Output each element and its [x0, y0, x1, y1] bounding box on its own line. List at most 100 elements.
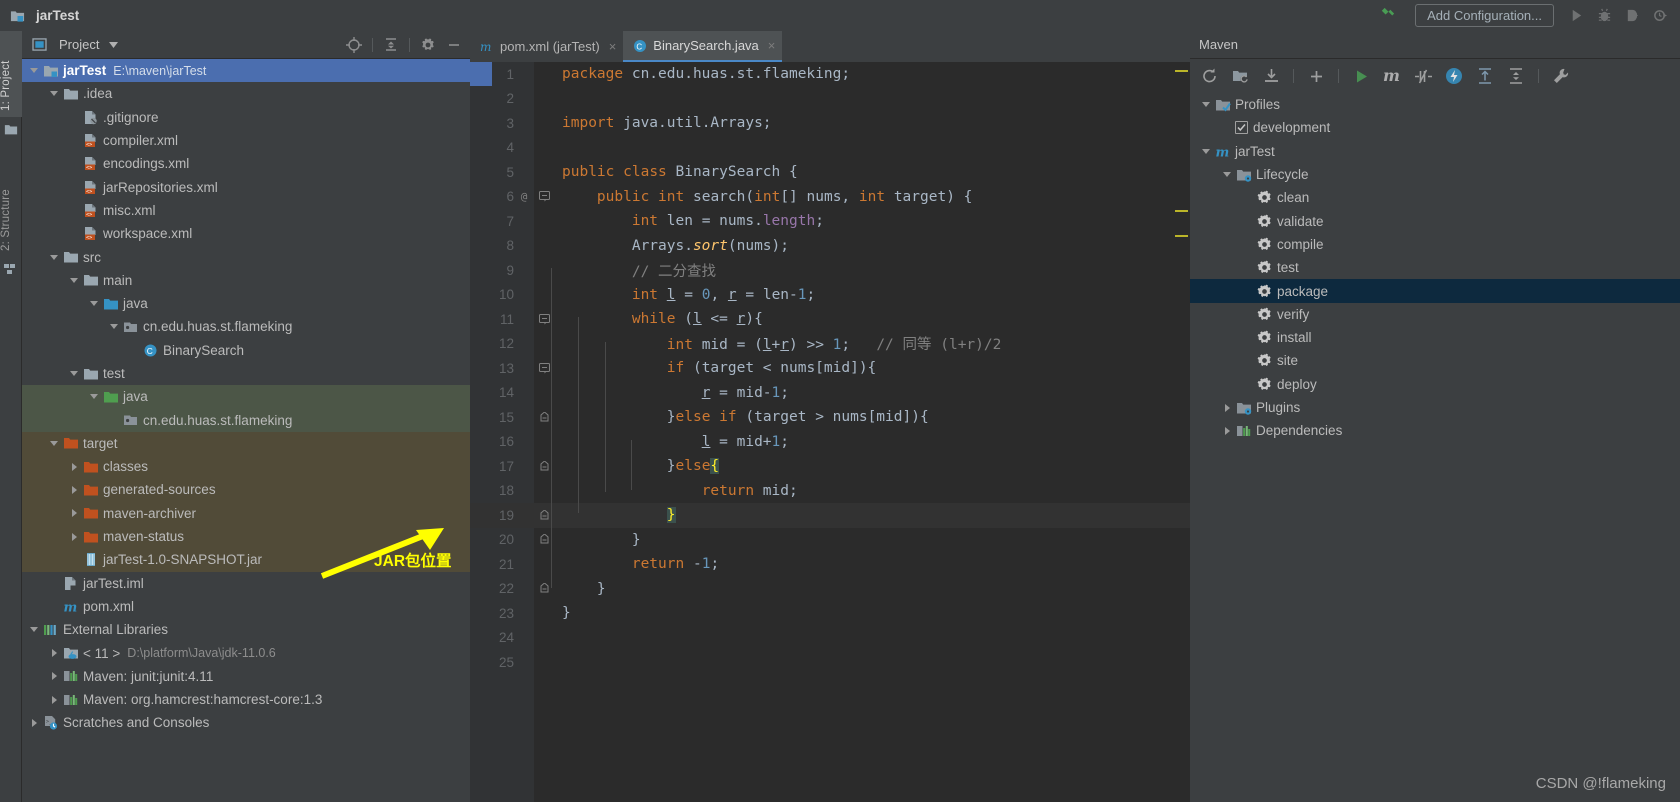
- code-line[interactable]: 22 }: [470, 577, 1190, 602]
- code-line[interactable]: 20 }: [470, 528, 1190, 553]
- maven-tree-row[interactable]: package: [1190, 279, 1680, 303]
- skip-tests-icon[interactable]: [1410, 63, 1436, 89]
- maven-tree-row[interactable]: clean: [1190, 186, 1680, 209]
- tree-row[interactable]: cn.edu.huas.st.flameking: [22, 408, 470, 432]
- tree-row[interactable]: External Libraries: [22, 618, 470, 641]
- close-icon[interactable]: ×: [768, 38, 776, 53]
- tree-row[interactable]: <> encodings.xml: [22, 152, 470, 175]
- tree-row[interactable]: target: [22, 431, 470, 456]
- maven-tree-row[interactable]: site: [1190, 349, 1680, 372]
- code-line[interactable]: 10 int l = 0, r = len-1;: [470, 283, 1190, 308]
- chevron-right-icon[interactable]: [66, 505, 82, 521]
- code-line[interactable]: 3 import java.util.Arrays;: [470, 111, 1190, 136]
- editor-tab-binarysearch[interactable]: C BinarySearch.java ×: [623, 31, 783, 62]
- maven-tree-row[interactable]: compile: [1190, 233, 1680, 256]
- code-line[interactable]: 4: [470, 136, 1190, 161]
- editor-tab-pom[interactable]: m pom.xml (jarTest) ×: [470, 31, 623, 62]
- chevron-down-icon[interactable]: [46, 435, 62, 451]
- run-icon[interactable]: [1562, 3, 1590, 29]
- code-line[interactable]: 5 public class BinarySearch {: [470, 160, 1190, 185]
- chevron-down-icon[interactable]: [86, 296, 102, 312]
- maven-tree-row[interactable]: install: [1190, 326, 1680, 349]
- locate-icon[interactable]: [342, 34, 366, 56]
- chevron-right-icon[interactable]: [1219, 400, 1235, 416]
- tree-row[interactable]: <> jarRepositories.xml: [22, 175, 470, 198]
- maven-tree-row[interactable]: Profiles: [1190, 93, 1680, 116]
- fold-marker[interactable]: [534, 191, 554, 202]
- tree-row[interactable]: >_ Scratches and Consoles: [22, 711, 470, 734]
- add-configuration-button[interactable]: Add Configuration...: [1415, 4, 1554, 27]
- close-icon[interactable]: ×: [609, 39, 617, 54]
- tree-row[interactable]: main: [22, 269, 470, 292]
- chevron-down-icon[interactable]: [105, 37, 122, 53]
- hammer-icon[interactable]: [1373, 3, 1401, 29]
- maven-tree-row[interactable]: test: [1190, 256, 1680, 279]
- tree-row[interactable]: Maven: junit:junit:4.11: [22, 665, 470, 688]
- code-line[interactable]: 21 return -1;: [470, 552, 1190, 577]
- profile-icon[interactable]: [1646, 3, 1674, 29]
- chevron-right-icon[interactable]: [46, 668, 62, 684]
- chevron-down-icon[interactable]: [1198, 97, 1214, 113]
- code-line[interactable]: 8 Arrays.sort(nums);: [470, 234, 1190, 259]
- gutter-marker[interactable]: @: [514, 190, 534, 203]
- tree-row[interactable]: java: [22, 292, 470, 315]
- add-icon[interactable]: [1303, 63, 1329, 89]
- download-sources-icon[interactable]: [1258, 63, 1284, 89]
- tree-row[interactable]: .gitignore: [22, 106, 470, 129]
- project-tree[interactable]: jarTest E:\maven\jarTest .idea .gitignore <>…: [22, 59, 470, 802]
- hide-panel-icon[interactable]: [442, 34, 466, 56]
- code-canvas[interactable]: 1 package cn.edu.huas.st.flameking; 2 3 impo…: [470, 62, 1190, 802]
- code-line[interactable]: 23}: [470, 601, 1190, 626]
- tree-row[interactable]: generated-sources: [22, 478, 470, 502]
- maven-tree[interactable]: Profiles development m jarTest Lifecycle clea…: [1190, 93, 1680, 802]
- code-line[interactable]: 7 int len = nums.length;: [470, 209, 1190, 234]
- coverage-icon[interactable]: [1618, 3, 1646, 29]
- tree-row[interactable]: classes: [22, 455, 470, 479]
- chevron-right-icon[interactable]: [46, 645, 62, 661]
- run-icon[interactable]: [1348, 63, 1374, 89]
- tree-row[interactable]: maven-archiver: [22, 501, 470, 525]
- tree-row[interactable]: <> misc.xml: [22, 199, 470, 222]
- tree-row[interactable]: C BinarySearch: [22, 339, 470, 362]
- chevron-down-icon[interactable]: [1219, 167, 1235, 183]
- chevron-down-icon[interactable]: [106, 319, 122, 335]
- maven-tree-row[interactable]: validate: [1190, 209, 1680, 232]
- code-line[interactable]: 25: [470, 650, 1190, 675]
- tree-row[interactable]: jarTest E:\maven\jarTest: [22, 59, 470, 83]
- maven-m-icon[interactable]: m: [1379, 63, 1405, 89]
- tree-row[interactable]: maven-status: [22, 524, 470, 549]
- maven-tree-row[interactable]: m jarTest: [1190, 140, 1680, 163]
- tree-row[interactable]: test: [22, 362, 470, 385]
- code-line[interactable]: 1 package cn.edu.huas.st.flameking;: [470, 62, 1190, 87]
- execute-goal-icon[interactable]: [1441, 63, 1467, 89]
- tree-row[interactable]: m pom.xml: [22, 595, 470, 618]
- code-line[interactable]: 2: [470, 87, 1190, 112]
- collapse-all-icon[interactable]: [379, 34, 403, 56]
- settings-wrench-icon[interactable]: [1548, 63, 1574, 89]
- chevron-right-icon[interactable]: [66, 459, 82, 475]
- maven-tree-row[interactable]: Plugins: [1190, 396, 1680, 419]
- collapse-all-icon[interactable]: [1503, 63, 1529, 89]
- chevron-down-icon[interactable]: [66, 366, 82, 382]
- tree-row[interactable]: <> compiler.xml: [22, 129, 470, 152]
- rail-tab-structure[interactable]: 2: Structure: [0, 155, 22, 257]
- chevron-right-icon[interactable]: [1219, 423, 1235, 439]
- tree-row[interactable]: <> workspace.xml: [22, 222, 470, 245]
- tree-row[interactable]: Maven: org.hamcrest:hamcrest-core:1.3: [22, 688, 470, 711]
- chevron-down-icon[interactable]: [1198, 143, 1214, 159]
- chevron-down-icon[interactable]: [66, 272, 82, 288]
- maven-tree-row[interactable]: deploy: [1190, 373, 1680, 396]
- debug-icon[interactable]: [1590, 3, 1618, 29]
- tree-row[interactable]: cn.edu.huas.st.flameking: [22, 315, 470, 338]
- tree-row[interactable]: jarTest.iml: [22, 572, 470, 595]
- chevron-down-icon[interactable]: [26, 622, 42, 638]
- expand-all-icon[interactable]: [1472, 63, 1498, 89]
- maven-tree-row[interactable]: verify: [1190, 303, 1680, 326]
- chevron-down-icon[interactable]: [46, 249, 62, 265]
- chevron-down-icon[interactable]: [26, 63, 42, 79]
- chevron-down-icon[interactable]: [46, 86, 62, 102]
- code-line[interactable]: 9 // 二分查找: [470, 258, 1190, 283]
- tree-row[interactable]: java: [22, 385, 470, 409]
- profile-checkbox[interactable]: [1235, 121, 1248, 135]
- chevron-right-icon[interactable]: [46, 692, 62, 708]
